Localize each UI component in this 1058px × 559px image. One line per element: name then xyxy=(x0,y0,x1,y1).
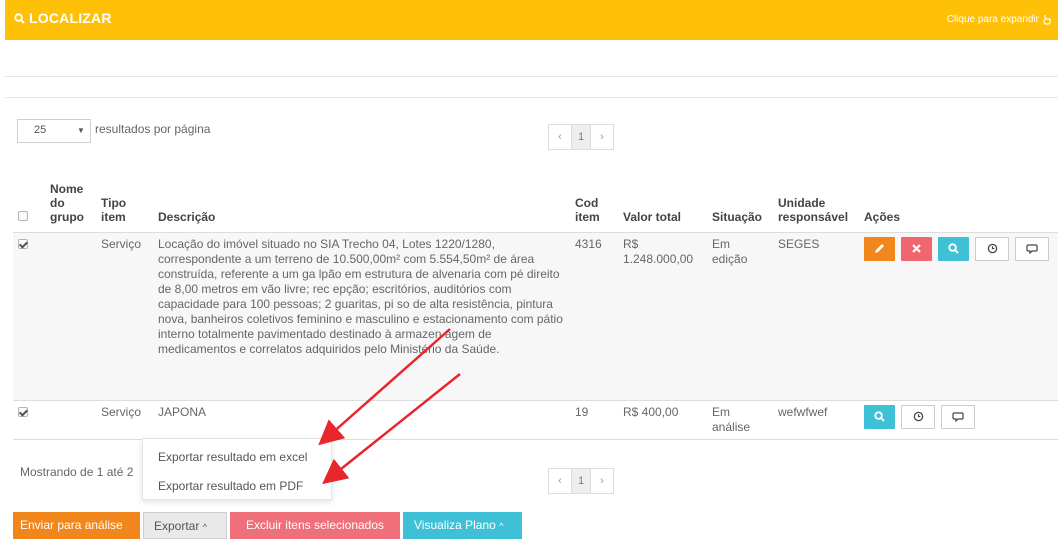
search-panel-header[interactable]: LOCALIZAR Clique para expandir xyxy=(5,0,1058,40)
cell-cod-item: 4316 xyxy=(575,236,602,251)
select-all-cell[interactable] xyxy=(13,166,45,232)
comment-icon xyxy=(1026,244,1038,254)
cell-unidade: SEGES xyxy=(778,236,820,251)
panel-title-text: LOCALIZAR xyxy=(29,10,112,26)
row-checkbox[interactable] xyxy=(18,406,28,417)
col-nome-grupo[interactable]: Nome do grupo xyxy=(45,166,96,232)
send-for-analysis-button[interactable]: Enviar para análise xyxy=(13,512,140,539)
history-button[interactable] xyxy=(901,404,935,429)
table-row[interactable]: Serviço Locação do imóvel situado no SIA… xyxy=(13,232,1058,400)
clock-icon xyxy=(987,243,997,254)
cell-situacao: Em edição xyxy=(712,236,748,266)
cell-unidade: wefwfwef xyxy=(778,404,828,419)
export-button-label: Exportar xyxy=(154,519,200,533)
col-tipo-item[interactable]: Tipo item xyxy=(96,166,153,232)
export-button[interactable]: Exportar ^ xyxy=(143,512,227,539)
page-size-value: 25 xyxy=(34,124,47,136)
next-page-button[interactable]: › xyxy=(591,125,613,149)
cell-acoes xyxy=(859,400,1058,439)
page-1-button[interactable]: 1 xyxy=(571,125,591,149)
prev-page-button[interactable]: ‹ xyxy=(549,469,571,493)
history-button[interactable] xyxy=(975,236,1009,261)
hand-pointer-icon xyxy=(1043,15,1051,25)
col-valor-total[interactable]: Valor total xyxy=(618,166,707,232)
close-icon xyxy=(912,244,921,253)
pencil-icon xyxy=(875,244,884,253)
view-plan-label: Visualiza Plano xyxy=(414,518,496,532)
prev-page-button[interactable]: ‹ xyxy=(549,125,571,149)
export-excel-item[interactable]: Exportar resultado em excel xyxy=(158,450,307,464)
divider xyxy=(5,97,1058,98)
cell-valor-total: R$ 1.248.000,00 xyxy=(623,236,694,266)
pagination-bottom: ‹ 1 › xyxy=(548,468,614,494)
view-button[interactable] xyxy=(864,404,895,429)
expand-label: Clique para expandir xyxy=(946,14,1039,25)
view-plan-button[interactable]: Visualiza Plano ^ xyxy=(403,512,522,539)
comments-button[interactable] xyxy=(1015,236,1049,261)
cell-tipo-item: Serviço xyxy=(101,404,142,419)
col-cod-item[interactable]: Cod item xyxy=(570,166,618,232)
showing-count: Mostrando de 1 até 2 xyxy=(20,465,134,479)
caret-up-icon: ^ xyxy=(499,521,504,531)
search-icon xyxy=(874,411,885,422)
cell-descricao: JAPONA xyxy=(158,404,207,419)
table-row[interactable]: Serviço JAPONA 19 R$ 400,00 Em análise we… xyxy=(13,400,1058,439)
delete-button[interactable] xyxy=(901,236,932,261)
cell-nome-grupo xyxy=(45,400,96,439)
panel-title: LOCALIZAR xyxy=(14,10,112,26)
select-all-checkbox[interactable] xyxy=(18,210,28,221)
cell-descricao: Locação do imóvel situado no SIA Trecho … xyxy=(158,236,563,356)
clock-icon xyxy=(913,411,923,422)
cell-valor-total: R$ 400,00 xyxy=(623,404,679,419)
cell-situacao: Em análise xyxy=(712,404,751,434)
edit-button[interactable] xyxy=(864,236,895,261)
col-descricao[interactable]: Descrição xyxy=(153,166,570,232)
export-dropdown-menu: Exportar resultado em excel Exportar res… xyxy=(142,438,332,500)
caret-down-icon: ▼ xyxy=(77,126,85,135)
search-icon xyxy=(14,12,25,24)
row-checkbox[interactable] xyxy=(18,238,28,249)
divider xyxy=(5,76,1058,77)
comments-button[interactable] xyxy=(941,404,975,429)
export-pdf-item[interactable]: Exportar resultado em PDF xyxy=(158,479,303,493)
caret-up-icon: ^ xyxy=(202,522,207,532)
col-unidade[interactable]: Unidade responsável xyxy=(773,166,859,232)
expand-link[interactable]: Clique para expandir xyxy=(947,14,1052,25)
col-acoes: Ações xyxy=(864,209,901,224)
cell-tipo-item: Serviço xyxy=(101,236,142,251)
cell-acoes xyxy=(859,232,1058,400)
results-table: Nome do grupo Tipo item Descrição Cod item V… xyxy=(13,166,1058,440)
search-icon xyxy=(948,243,959,254)
page-size-select[interactable]: 25 ▼ xyxy=(17,119,91,143)
per-page-label: resultados por página xyxy=(95,122,211,136)
pagination-top: ‹ 1 › xyxy=(548,124,614,150)
view-button[interactable] xyxy=(938,236,969,261)
cell-nome-grupo xyxy=(45,232,96,400)
comment-icon xyxy=(952,412,964,422)
table-header-row: Nome do grupo Tipo item Descrição Cod item V… xyxy=(13,166,1058,232)
delete-selected-button[interactable]: Excluir itens selecionados xyxy=(230,512,400,539)
cell-cod-item: 19 xyxy=(575,404,589,419)
next-page-button[interactable]: › xyxy=(591,469,613,493)
col-situacao[interactable]: Situação xyxy=(707,166,773,232)
page-1-button[interactable]: 1 xyxy=(571,469,591,493)
